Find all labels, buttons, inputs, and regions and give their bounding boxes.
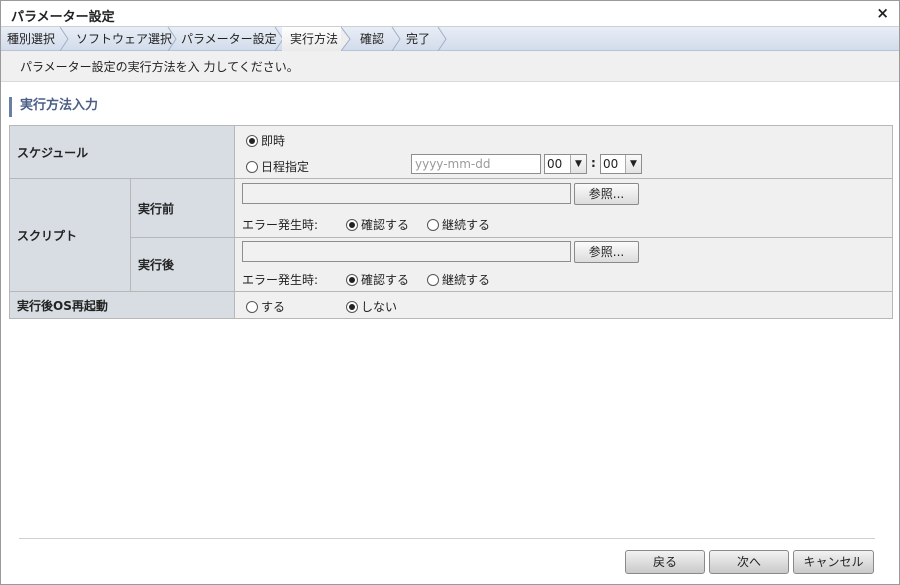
next-button[interactable]: 次へ — [709, 550, 789, 574]
schedule-hour-value: 00 — [547, 157, 563, 171]
schedule-date-option[interactable]: 日程指定 — [246, 158, 309, 175]
wizard-steps: 種別選択 ソフトウェア選択 パラメーター設定 実行方法 確認 完了 — [1, 27, 899, 51]
step-complete: 完了 — [406, 32, 431, 46]
step-confirm: 確認 — [360, 32, 385, 46]
dialog-title: パラメーター設定 — [11, 10, 115, 25]
script-after-field: 参照... エラー発生時: 確認する 継続する — [234, 237, 893, 292]
radio-unchecked-icon[interactable] — [427, 274, 439, 286]
script-after-continue-label: 継続する — [442, 273, 491, 287]
reboot-no-option[interactable]: しない — [346, 298, 397, 315]
step-separator-icon — [437, 27, 447, 51]
script-label: スクリプト — [9, 178, 131, 292]
radio-checked-icon[interactable] — [346, 274, 358, 286]
script-before-label: 実行前 — [130, 178, 235, 238]
instruction-text: パラメーター設定の実行方法を入 力してください。 — [1, 51, 899, 82]
reboot-label: 実行後OS再起動 — [9, 291, 235, 319]
script-after-input[interactable] — [242, 241, 571, 262]
script-before-browse-button[interactable]: 参照... — [574, 183, 639, 205]
back-button[interactable]: 戻る — [625, 550, 705, 574]
schedule-immediate-option[interactable]: 即時 — [246, 132, 285, 149]
script-after-continue-option[interactable]: 継続する — [427, 271, 490, 288]
schedule-date-input[interactable]: yyyy-mm-dd — [411, 154, 541, 174]
chevron-down-icon[interactable]: ▼ — [570, 155, 586, 173]
radio-unchecked-icon[interactable] — [246, 161, 258, 173]
step-parameter-settings: パラメーター設定 — [181, 32, 277, 46]
step-separator-icon — [59, 27, 69, 51]
close-icon[interactable]: × — [876, 4, 889, 22]
radio-unchecked-icon[interactable] — [246, 301, 258, 313]
script-before-error-label: エラー発生時: — [242, 218, 319, 232]
step-separator-icon — [391, 27, 401, 51]
reboot-yes-option[interactable]: する — [246, 298, 285, 315]
schedule-field: 即時 日程指定 yyyy-mm-dd 00 ▼ : 00 ▼ — [234, 125, 893, 179]
step-separator-icon — [167, 27, 177, 51]
step-software-select: ソフトウェア選択 — [76, 32, 173, 46]
script-before-confirm-option[interactable]: 確認する — [346, 216, 409, 233]
dialog: パラメーター設定 × 種別選択 ソフトウェア選択 パラメーター設定 実行方法 確… — [0, 0, 900, 585]
schedule-hour-select[interactable]: 00 ▼ — [544, 154, 587, 174]
execution-form: スケジュール 即時 日程指定 yyyy-mm-dd 00 ▼ : 00 ▼ スク… — [9, 125, 893, 319]
script-before-input[interactable] — [242, 183, 571, 204]
script-after-confirm-option[interactable]: 確認する — [346, 271, 409, 288]
schedule-minute-select[interactable]: 00 ▼ — [600, 154, 642, 174]
schedule-label: スケジュール — [9, 125, 235, 179]
script-before-continue-label: 継続する — [442, 218, 491, 232]
radio-checked-icon[interactable] — [246, 135, 258, 147]
script-after-browse-button[interactable]: 参照... — [574, 241, 639, 263]
script-after-error-label: エラー発生時: — [242, 273, 319, 287]
schedule-immediate-label: 即時 — [261, 134, 286, 148]
footer-divider — [19, 538, 875, 539]
title-bar: パラメーター設定 × — [1, 1, 899, 27]
schedule-minute-value: 00 — [603, 157, 619, 171]
chevron-down-icon[interactable]: ▼ — [625, 155, 641, 173]
script-after-label: 実行後 — [130, 237, 235, 292]
step-separator-icon — [341, 27, 351, 51]
cancel-button[interactable]: キャンセル — [793, 550, 874, 574]
schedule-date-label: 日程指定 — [261, 160, 310, 174]
radio-unchecked-icon[interactable] — [427, 219, 439, 231]
script-after-confirm-label: 確認する — [361, 273, 410, 287]
section-title: 実行方法入力 — [9, 97, 98, 117]
reboot-field: する しない — [234, 291, 893, 319]
radio-checked-icon[interactable] — [346, 301, 358, 313]
time-separator: : — [591, 156, 596, 170]
script-before-confirm-label: 確認する — [361, 218, 410, 232]
radio-checked-icon[interactable] — [346, 219, 358, 231]
reboot-yes-label: する — [261, 300, 286, 314]
script-before-field: 参照... エラー発生時: 確認する 継続する — [234, 178, 893, 238]
step-type-select: 種別選択 — [7, 32, 56, 46]
step-execution-method: 実行方法 — [282, 27, 342, 51]
script-before-continue-option[interactable]: 継続する — [427, 216, 490, 233]
reboot-no-label: しない — [361, 300, 398, 314]
